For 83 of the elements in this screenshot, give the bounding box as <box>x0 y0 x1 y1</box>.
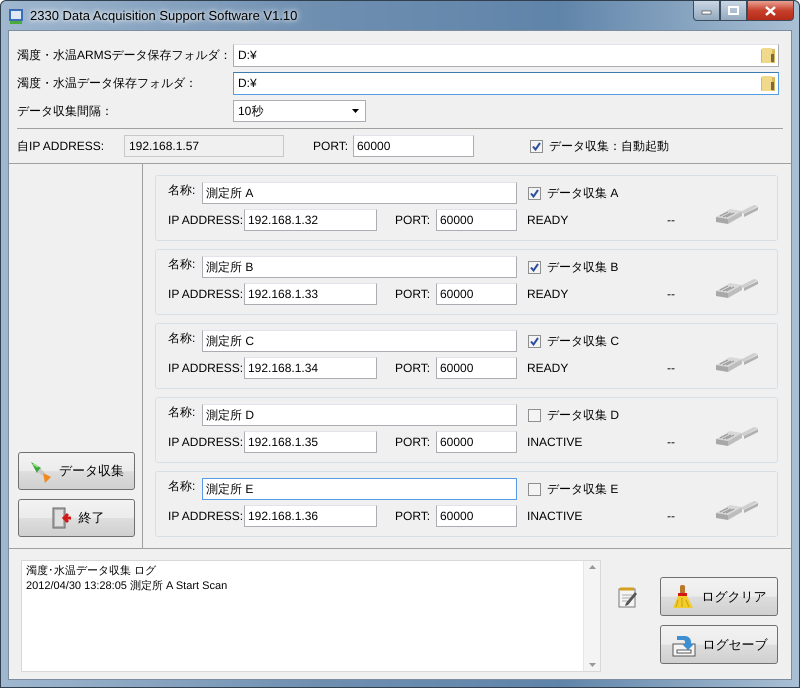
checkbox-icon[interactable] <box>528 186 541 200</box>
checkbox-label[interactable]: データ収集 E <box>547 480 618 498</box>
ip-field[interactable]: 192.168.1.36 <box>244 505 377 527</box>
checkbox-label[interactable]: データ収集 A <box>547 184 618 202</box>
port-field[interactable]: 60000 <box>436 505 517 527</box>
name-field[interactable]: 測定所 E <box>202 478 517 500</box>
status-text: READY <box>527 287 570 301</box>
log-clear-button[interactable]: ログクリア <box>660 577 778 616</box>
port-label: PORT: <box>395 287 432 301</box>
checkbox-label[interactable]: データ収集 B <box>547 258 618 276</box>
dropdown-arrow-icon <box>352 109 359 113</box>
collect-button[interactable]: データ収集 <box>18 452 135 490</box>
folder-label: 濁度・水温データ保存フォルダ： <box>17 74 198 92</box>
name-label: 名称: <box>168 404 196 421</box>
ip-field[interactable]: 192.168.1.34 <box>244 357 377 379</box>
name-label: 名称: <box>168 330 196 347</box>
name-field[interactable]: 測定所 B <box>202 256 517 278</box>
local-ip-field: 192.168.1.57 <box>124 135 284 157</box>
maximize-icon <box>728 6 739 15</box>
name-label: 名称: <box>168 478 196 495</box>
broom-icon <box>672 584 696 610</box>
port-label: PORT: <box>395 361 432 375</box>
port-field[interactable]: 60000 <box>436 357 517 379</box>
reading-text: -- <box>667 213 676 227</box>
notepad-icon[interactable] <box>617 586 639 610</box>
port-field[interactable]: 60000 <box>353 135 474 157</box>
log-save-button[interactable]: ログセーブ <box>660 625 778 664</box>
reading-text: -- <box>667 287 676 301</box>
checkbox-label[interactable]: データ収集 D <box>547 406 619 424</box>
local-ip-label: 自IP ADDRESS: <box>17 138 106 154</box>
port-label: PORT: <box>313 139 350 153</box>
folder-path-field[interactable]: D:¥ <box>233 72 779 94</box>
checkbox-icon[interactable] <box>528 482 541 496</box>
ip-label: IP ADDRESS: <box>168 213 244 227</box>
window-title: 2330 Data Acquisition Support Software V1.10 <box>30 8 298 23</box>
name-label: 名称: <box>168 182 196 199</box>
name-field[interactable]: 測定所 C <box>202 330 517 352</box>
ip-field[interactable]: 192.168.1.33 <box>244 283 377 305</box>
port-label: PORT: <box>395 435 432 449</box>
close-icon <box>764 6 777 16</box>
log-line: 2012/04/30 13:28:05 測定所 A Start Scan <box>26 578 228 593</box>
folder-icon[interactable] <box>760 46 776 64</box>
status-text: INACTIVE <box>527 435 584 449</box>
folder-path-field[interactable]: D:¥ <box>233 44 779 66</box>
status-text: READY <box>527 213 570 227</box>
interval-label: データ収集間隔： <box>17 102 114 120</box>
reading-text: -- <box>667 435 676 449</box>
checkbox-icon[interactable] <box>528 260 541 274</box>
name-field[interactable]: 測定所 D <box>202 404 517 426</box>
maximize-button[interactable] <box>720 1 747 21</box>
scrollbar[interactable] <box>583 561 600 671</box>
checkbox-label[interactable]: データ収集 C <box>547 332 619 350</box>
app-icon <box>8 6 24 24</box>
ip-label: IP ADDRESS: <box>168 361 244 375</box>
reading-text: -- <box>667 361 676 375</box>
scroll-down-icon[interactable] <box>588 663 596 667</box>
status-text: READY <box>527 361 570 375</box>
minimize-button[interactable] <box>693 1 720 21</box>
folder-label: 濁度・水温ARMSデータ保存フォルダ： <box>17 46 233 64</box>
ip-label: IP ADDRESS: <box>168 435 244 449</box>
port-label: PORT: <box>395 509 432 523</box>
log-line: 濁度･水温データ収集 ログ <box>26 564 158 578</box>
reading-text: -- <box>667 509 676 523</box>
port-label: PORT: <box>395 213 432 227</box>
status-text: INACTIVE <box>527 509 584 523</box>
checkbox-icon[interactable] <box>530 140 543 152</box>
name-field[interactable]: 測定所 A <box>202 182 517 204</box>
checkbox-icon[interactable] <box>528 408 541 422</box>
exit-button[interactable]: 終了 <box>18 499 135 537</box>
ip-label: IP ADDRESS: <box>168 287 244 301</box>
port-field[interactable]: 60000 <box>436 209 517 231</box>
name-label: 名称: <box>168 256 196 273</box>
ip-field[interactable]: 192.168.1.35 <box>244 431 377 453</box>
checkbox-label[interactable]: データ収集：自動起動 <box>549 138 669 154</box>
interval-dropdown[interactable]: 10秒 <box>233 100 366 122</box>
folder-icon[interactable] <box>760 74 776 92</box>
checkbox-icon[interactable] <box>528 334 541 348</box>
port-field[interactable]: 60000 <box>436 431 517 453</box>
ip-label: IP ADDRESS: <box>168 509 244 523</box>
scroll-up-icon[interactable] <box>588 565 596 569</box>
port-field[interactable]: 60000 <box>436 283 517 305</box>
close-button[interactable] <box>747 1 794 21</box>
ip-field[interactable]: 192.168.1.32 <box>244 209 377 231</box>
